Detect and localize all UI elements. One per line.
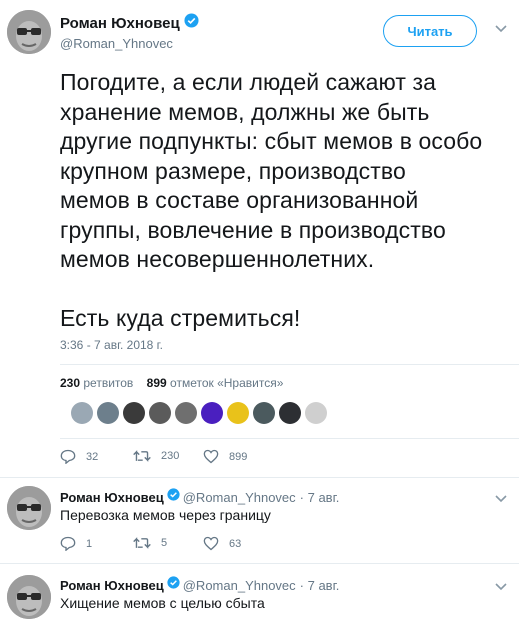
liker-avatar[interactable] bbox=[97, 402, 119, 424]
follow-button[interactable]: Читать bbox=[383, 15, 477, 47]
retweet-action[interactable]: 5 bbox=[133, 536, 167, 550]
reply-author-name[interactable]: Роман Юхновец bbox=[60, 490, 164, 505]
tweet-line: мемов несовершеннолетних. bbox=[60, 246, 375, 272]
author-avatar[interactable] bbox=[7, 10, 51, 54]
retweet-action[interactable]: 230 bbox=[133, 449, 179, 463]
tweet-line: другие подпункты: сбыт мемов в особо bbox=[60, 128, 483, 154]
liker-avatar[interactable] bbox=[175, 402, 197, 424]
retweet-icon bbox=[133, 537, 151, 549]
verified-badge-icon bbox=[167, 576, 180, 594]
retweets-label[interactable]: ретвитов bbox=[83, 376, 133, 390]
reply-action[interactable]: 32 bbox=[60, 449, 98, 464]
tweet-line: мемов в составе организованной bbox=[60, 187, 419, 213]
engagement-stats: 230 ретвитов 899 отметок «Нравится» bbox=[60, 376, 283, 390]
tweet-line: хранение мемов, должны же быть bbox=[60, 98, 430, 125]
author-name[interactable]: Роман Юхновец bbox=[60, 15, 180, 32]
retweet-count: 5 bbox=[161, 537, 168, 549]
reply-more-chevron-down-icon[interactable] bbox=[495, 578, 507, 594]
liker-avatar[interactable] bbox=[71, 402, 93, 424]
liker-avatar[interactable] bbox=[253, 402, 275, 424]
tweet-line-final: Есть куда стремиться! bbox=[60, 304, 301, 331]
reply-count: 1 bbox=[86, 537, 93, 550]
divider bbox=[60, 438, 519, 439]
reply-header: Роман Юхновец @Roman_Yhnovec · 7 авг. bbox=[60, 576, 339, 594]
reply-count: 32 bbox=[86, 450, 99, 463]
reply-action[interactable]: 1 bbox=[60, 536, 92, 551]
reply-more-chevron-down-icon[interactable] bbox=[495, 490, 507, 506]
author-name-row[interactable]: Роман Юхновец bbox=[60, 13, 199, 33]
more-options-chevron-down-icon[interactable] bbox=[495, 20, 507, 36]
heart-icon bbox=[203, 536, 219, 551]
liker-avatar[interactable] bbox=[201, 402, 223, 424]
reply-icon bbox=[60, 449, 76, 464]
like-count: 899 bbox=[229, 450, 248, 463]
tweet-timestamp[interactable]: 3:36 - 7 авг. 2018 г. bbox=[60, 338, 163, 352]
liker-avatar[interactable] bbox=[227, 402, 249, 424]
liker-avatar[interactable] bbox=[149, 402, 171, 424]
divider bbox=[0, 477, 519, 478]
heart-icon bbox=[203, 449, 219, 464]
reply-avatar[interactable] bbox=[7, 486, 51, 530]
likes-count[interactable]: 899 bbox=[147, 376, 167, 390]
reply-avatar[interactable] bbox=[7, 575, 51, 619]
liker-avatar[interactable] bbox=[305, 402, 327, 424]
likers-avatar-row bbox=[71, 402, 331, 424]
tweet-line: крупном размере, производство bbox=[60, 157, 406, 184]
like-action[interactable]: 899 bbox=[203, 449, 247, 464]
tweet-line: Погодите, а если людей сажают за bbox=[60, 69, 437, 95]
reply-text: Хищение мемов с целью сбыта bbox=[60, 595, 265, 611]
like-count: 63 bbox=[229, 537, 242, 550]
liker-avatar[interactable] bbox=[279, 402, 301, 424]
like-action[interactable]: 63 bbox=[203, 536, 241, 551]
retweet-count: 230 bbox=[161, 450, 180, 462]
tweet-line: группы, вовлечение в производство bbox=[60, 216, 446, 243]
verified-badge-icon bbox=[167, 488, 180, 506]
reply-date[interactable]: · 7 авг. bbox=[300, 490, 340, 505]
liker-avatar[interactable] bbox=[123, 402, 145, 424]
likes-label[interactable]: отметок «Нравится» bbox=[170, 376, 283, 390]
reply-text: Перевозка мемов через границу bbox=[60, 507, 271, 523]
retweets-count[interactable]: 230 bbox=[60, 376, 80, 390]
reply-header: Роман Юхновец @Roman_Yhnovec · 7 авг. bbox=[60, 488, 339, 506]
divider bbox=[0, 563, 519, 564]
reply-icon bbox=[60, 536, 76, 551]
tweet-body: Погодите, а если людей сажают за хранени… bbox=[60, 68, 515, 333]
author-handle[interactable]: @Roman_Yhnovec bbox=[60, 36, 173, 51]
verified-badge-icon bbox=[184, 13, 199, 33]
reply-author-handle[interactable]: @Roman_Yhnovec bbox=[183, 578, 296, 593]
divider bbox=[60, 364, 519, 365]
reply-author-handle[interactable]: @Roman_Yhnovec bbox=[183, 490, 296, 505]
reply-date[interactable]: · 7 авг. bbox=[300, 578, 340, 593]
reply-author-name[interactable]: Роман Юхновец bbox=[60, 578, 164, 593]
retweet-icon bbox=[133, 450, 151, 462]
